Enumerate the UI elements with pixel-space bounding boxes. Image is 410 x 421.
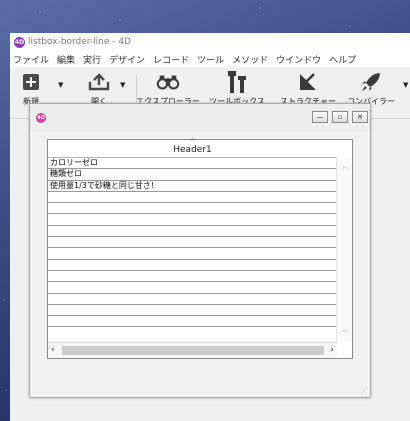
rocket-icon xyxy=(359,71,383,93)
menu-run[interactable]: 実行 xyxy=(83,53,101,66)
form-window: 4D — ▫ ✕ ^ Header1 カロリーゼロ 糖類ゼロ 使用量1/3で砂糖… xyxy=(29,103,371,398)
scroll-down-icon[interactable]: ﹀ xyxy=(337,329,353,339)
list-item[interactable] xyxy=(48,282,337,294)
window-title: listbox-border-line - 4D xyxy=(28,37,131,47)
horizontal-scrollbar[interactable]: ‹ › xyxy=(48,342,337,358)
maximize-button[interactable]: ▫ xyxy=(332,111,348,123)
list-item[interactable] xyxy=(48,192,337,204)
binoculars-icon xyxy=(156,71,180,93)
list-item[interactable] xyxy=(48,226,337,238)
list-item[interactable] xyxy=(48,248,337,260)
list-item[interactable] xyxy=(48,214,337,226)
menu-edit[interactable]: 編集 xyxy=(57,53,75,66)
resize-grip-icon[interactable]: ⋰ xyxy=(360,386,368,395)
new-icon xyxy=(19,71,43,93)
listbox-rows: カロリーゼロ 糖類ゼロ 使用量1/3で砂糖と同じ甘さ! xyxy=(48,158,337,328)
menu-window[interactable]: ウインドウ xyxy=(276,53,321,66)
form-titlebar: 4D — ▫ ✕ xyxy=(30,104,370,132)
app-logo-icon: 4D xyxy=(14,36,25,48)
list-item[interactable]: カロリーゼロ xyxy=(48,158,337,170)
open-icon xyxy=(87,71,111,93)
scroll-left-icon[interactable]: ‹ xyxy=(51,345,55,355)
listbox-header[interactable]: ^ Header1 xyxy=(48,138,337,158)
minimize-icon: — xyxy=(316,113,324,121)
list-item[interactable] xyxy=(48,203,337,215)
menu-method[interactable]: メソッド xyxy=(232,53,268,66)
minimize-button[interactable]: — xyxy=(312,111,328,123)
menu-records[interactable]: レコード xyxy=(153,53,189,66)
close-button[interactable]: ✕ xyxy=(352,111,368,123)
maximize-icon: ▫ xyxy=(337,113,343,121)
toolbox-icon xyxy=(225,71,249,93)
close-icon: ✕ xyxy=(357,113,363,121)
app-titlebar: 4D listbox-border-line - 4D xyxy=(10,33,410,51)
vertical-scrollbar[interactable]: ︿ ﹀ xyxy=(336,158,352,342)
listbox[interactable]: ^ Header1 カロリーゼロ 糖類ゼロ 使用量1/3で砂糖と同じ甘さ! ︿ … xyxy=(47,138,353,359)
menu-tools[interactable]: ツール xyxy=(197,53,224,66)
scroll-right-icon[interactable]: › xyxy=(330,345,334,355)
new-dropdown-icon[interactable]: ▼ xyxy=(58,81,63,89)
menu-design[interactable]: デザイン xyxy=(109,53,145,66)
list-item[interactable] xyxy=(48,260,337,271)
open-dropdown-icon[interactable]: ▼ xyxy=(120,81,125,89)
list-item[interactable] xyxy=(48,237,337,249)
header-label: Header1 xyxy=(173,145,212,155)
menu-help[interactable]: ヘルプ xyxy=(329,53,356,66)
list-item[interactable]: 使用量1/3で砂糖と同じ甘さ! xyxy=(48,181,337,192)
horizontal-scroll-thumb[interactable] xyxy=(62,346,324,355)
list-item[interactable] xyxy=(48,305,337,317)
form-logo-icon: 4D xyxy=(36,113,46,123)
list-item[interactable]: 糖類ゼロ xyxy=(48,169,337,181)
structure-icon xyxy=(296,71,320,93)
list-item[interactable] xyxy=(48,294,337,305)
list-item[interactable] xyxy=(48,271,337,283)
compiler-dropdown-icon[interactable]: ▼ xyxy=(403,81,408,89)
scroll-up-icon[interactable]: ︿ xyxy=(337,161,353,171)
list-item[interactable] xyxy=(48,316,337,328)
menu-file[interactable]: ファイル xyxy=(13,53,49,66)
menubar: ファイル 編集 実行 デザイン レコード ツール メソッド ウインドウ ヘルプ xyxy=(10,51,410,67)
